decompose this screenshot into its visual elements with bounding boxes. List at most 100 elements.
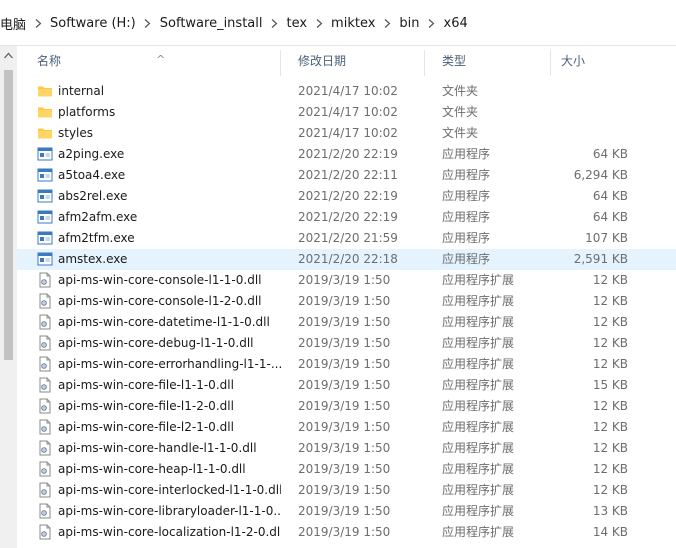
file-type: 应用程序 — [442, 189, 491, 203]
dll-icon — [37, 440, 53, 456]
file-name: afm2tfm.exe — [58, 231, 135, 245]
file-row[interactable]: api-ms-win-core-interlocked-l1-1-0.dll 20… — [17, 480, 676, 501]
file-row[interactable]: a2ping.exe 2021/2/20 22:19 应用程序 64 KB — [17, 144, 676, 165]
file-row[interactable]: api-ms-win-core-libraryloader-l1-1-0....… — [17, 501, 676, 522]
file-date: 2021/2/20 22:19 — [298, 189, 398, 203]
breadcrumb: 电脑 Software (H:) Software_install tex mi… — [0, 8, 676, 38]
breadcrumb-item-pc[interactable]: 电脑 — [0, 14, 29, 33]
folder-icon — [37, 104, 53, 120]
file-date: 2019/3/19 1:50 — [298, 357, 391, 371]
breadcrumb-item-tex[interactable]: tex — [283, 16, 310, 31]
file-type: 应用程序扩展 — [442, 420, 515, 434]
column-header-type[interactable]: 类型 — [425, 46, 551, 78]
file-row[interactable]: api-ms-win-core-handle-l1-1-0.dll 2019/3/… — [17, 438, 676, 459]
breadcrumb-item-software-install[interactable]: Software_install — [157, 16, 266, 31]
breadcrumb-item-miktex[interactable]: miktex — [328, 16, 378, 31]
file-row[interactable]: api-ms-win-core-console-l1-1-0.dll 2019/3… — [17, 270, 676, 291]
file-row[interactable]: api-ms-win-core-localization-l1-2-0.dll 2… — [17, 522, 676, 543]
file-date: 2019/3/19 1:50 — [298, 504, 391, 518]
file-type: 应用程序 — [442, 252, 491, 266]
file-row[interactable]: abs2rel.exe 2021/2/20 22:19 应用程序 64 KB — [17, 186, 676, 207]
file-type: 应用程序扩展 — [442, 273, 515, 287]
file-type: 应用程序扩展 — [442, 504, 515, 518]
file-type: 应用程序扩展 — [442, 357, 515, 371]
file-size: 12 KB — [592, 441, 628, 455]
file-date: 2021/4/17 10:02 — [298, 84, 398, 98]
file-type: 应用程序扩展 — [442, 399, 515, 413]
file-date: 2019/3/19 1:50 — [298, 441, 391, 455]
file-name: a2ping.exe — [58, 147, 125, 161]
file-row[interactable]: amstex.exe 2021/2/20 22:18 应用程序 2,591 KB — [17, 249, 676, 270]
file-date: 2019/3/19 1:50 — [298, 420, 391, 434]
file-date: 2021/2/20 22:19 — [298, 147, 398, 161]
file-row[interactable]: afm2tfm.exe 2021/2/20 21:59 应用程序 107 KB — [17, 228, 676, 249]
file-type: 文件夹 — [442, 126, 479, 140]
file-row[interactable]: api-ms-win-core-file-l2-1-0.dll 2019/3/19… — [17, 417, 676, 438]
file-row[interactable]: api-ms-win-core-debug-l1-1-0.dll 2019/3/1… — [17, 333, 676, 354]
file-row[interactable]: internal 2021/4/17 10:02 文件夹 — [17, 81, 676, 102]
file-row[interactable]: api-ms-win-core-errorhandling-l1-1-... 20… — [17, 354, 676, 375]
file-type: 文件夹 — [442, 84, 479, 98]
dll-icon — [37, 482, 53, 498]
vertical-scrollbar[interactable] — [0, 46, 17, 548]
exe-icon — [37, 251, 53, 267]
chevron-right-icon[interactable] — [29, 8, 47, 38]
file-name: api-ms-win-core-debug-l1-1-0.dll — [58, 336, 254, 350]
column-header-name-label: 名称 — [37, 54, 62, 68]
file-row[interactable]: styles 2021/4/17 10:02 文件夹 — [17, 123, 676, 144]
exe-icon — [37, 209, 53, 225]
file-size: 107 KB — [585, 231, 628, 245]
address-bar[interactable]: 电脑 Software (H:) Software_install tex mi… — [0, 0, 676, 46]
dll-icon — [37, 335, 53, 351]
file-row[interactable]: platforms 2021/4/17 10:02 文件夹 — [17, 102, 676, 123]
breadcrumb-item-bin[interactable]: bin — [396, 16, 422, 31]
column-header-size-label: 大小 — [561, 54, 586, 68]
chevron-right-icon[interactable] — [310, 8, 328, 38]
file-size: 64 KB — [592, 147, 628, 161]
file-date: 2021/4/17 10:02 — [298, 126, 398, 140]
folder-icon — [37, 83, 53, 99]
file-size: 12 KB — [592, 294, 628, 308]
chevron-right-icon[interactable] — [378, 8, 396, 38]
file-date: 2019/3/19 1:50 — [298, 483, 391, 497]
file-name: platforms — [58, 105, 116, 119]
chevron-right-icon[interactable] — [423, 8, 441, 38]
breadcrumb-item-drive[interactable]: Software (H:) — [47, 16, 139, 31]
file-size: 12 KB — [592, 336, 628, 350]
file-row[interactable]: api-ms-win-core-console-l1-2-0.dll 2019/3… — [17, 291, 676, 312]
file-date: 2019/3/19 1:50 — [298, 315, 391, 329]
file-name: api-ms-win-core-handle-l1-1-0.dll — [58, 441, 257, 455]
file-date: 2019/3/19 1:50 — [298, 273, 391, 287]
file-type: 应用程序扩展 — [442, 483, 515, 497]
file-name: api-ms-win-core-interlocked-l1-1-0.dll — [58, 483, 281, 497]
file-list: internal 2021/4/17 10:02 文件夹 platforms 2021/… — [17, 81, 676, 543]
file-row[interactable]: api-ms-win-core-file-l1-1-0.dll 2019/3/19… — [17, 375, 676, 396]
file-row[interactable]: a5toa4.exe 2021/2/20 22:11 应用程序 6,294 KB — [17, 165, 676, 186]
dll-icon — [37, 524, 53, 540]
column-header-name[interactable]: 名称 ^ — [17, 46, 281, 78]
chevron-right-icon[interactable] — [139, 8, 157, 38]
file-type: 应用程序扩展 — [442, 378, 515, 392]
column-header-type-label: 类型 — [442, 54, 467, 68]
dll-icon — [37, 503, 53, 519]
scroll-up-arrow-icon[interactable] — [4, 52, 13, 59]
file-name: abs2rel.exe — [58, 189, 128, 203]
column-header-size[interactable]: 大小 — [551, 46, 651, 78]
file-row[interactable]: api-ms-win-core-heap-l1-1-0.dll 2019/3/19… — [17, 459, 676, 480]
file-name: api-ms-win-core-datetime-l1-1-0.dll — [58, 315, 270, 329]
file-row[interactable]: api-ms-win-core-datetime-l1-1-0.dll 2019/… — [17, 312, 676, 333]
file-type: 文件夹 — [442, 105, 479, 119]
file-size: 12 KB — [592, 357, 628, 371]
breadcrumb-item-x64[interactable]: x64 — [441, 16, 471, 31]
chevron-right-icon[interactable] — [265, 8, 283, 38]
file-date: 2021/4/17 10:02 — [298, 105, 398, 119]
file-row[interactable]: afm2afm.exe 2021/2/20 22:19 应用程序 64 KB — [17, 207, 676, 228]
file-date: 2021/2/20 22:11 — [298, 168, 398, 182]
file-row[interactable]: api-ms-win-core-file-l1-2-0.dll 2019/3/19… — [17, 396, 676, 417]
column-header-row: 名称 ^ 修改日期 类型 大小 — [17, 46, 676, 78]
file-date: 2019/3/19 1:50 — [298, 378, 391, 392]
dll-icon — [37, 293, 53, 309]
file-size: 64 KB — [592, 210, 628, 224]
scrollbar-thumb[interactable] — [4, 70, 13, 360]
column-header-date[interactable]: 修改日期 — [281, 46, 425, 78]
